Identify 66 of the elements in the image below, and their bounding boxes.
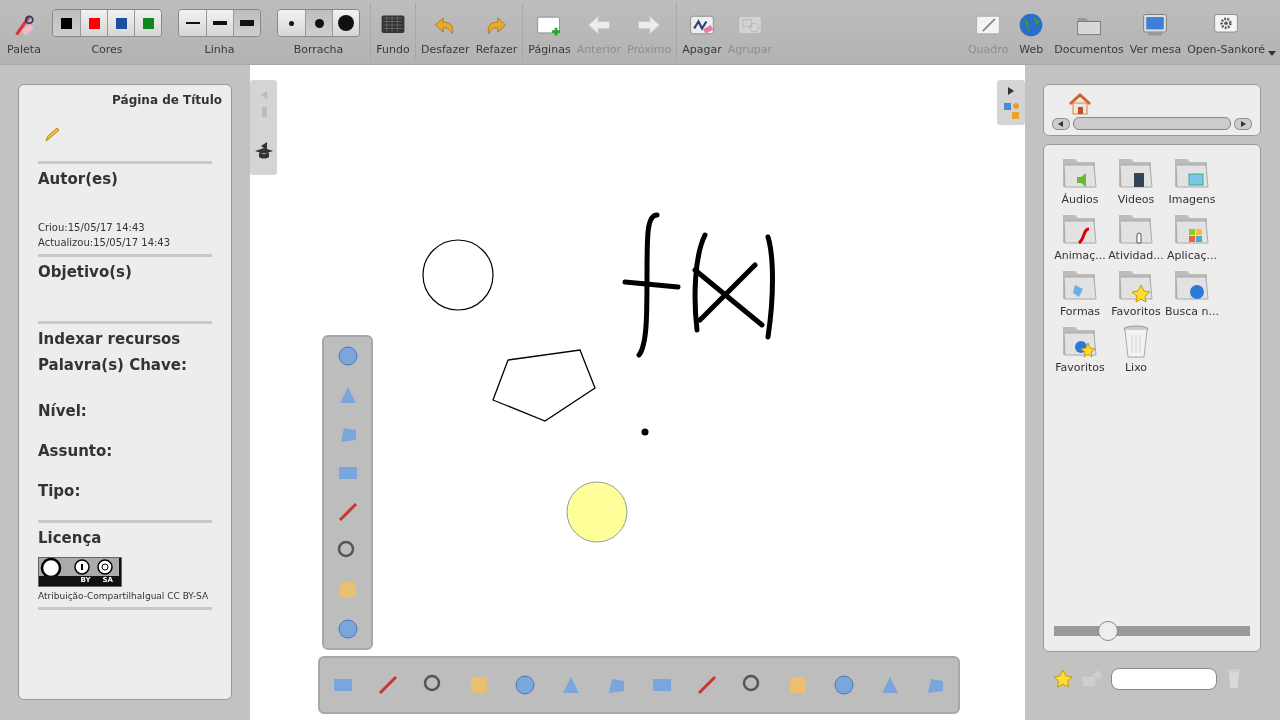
- page-tab[interactable]: [250, 80, 277, 175]
- library-item[interactable]: Videos: [1108, 155, 1164, 211]
- line-width-icon: [213, 21, 227, 25]
- eraser-size-icon: [338, 15, 354, 31]
- library-item[interactable]: Lixo: [1108, 323, 1164, 379]
- toolbar-button[interactable]: Apagar: [679, 0, 725, 64]
- library-item[interactable]: Imagens: [1164, 155, 1220, 211]
- line-width-icon: [240, 20, 254, 26]
- field-label: Nível:: [38, 402, 88, 420]
- scrollbar-track[interactable]: [1073, 117, 1231, 130]
- palette-button[interactable]: Paleta: [4, 0, 44, 64]
- expand-shapes-icon: [1002, 84, 1020, 121]
- toolbar-button[interactable]: Refazer: [472, 0, 521, 64]
- option-button[interactable]: [332, 10, 359, 36]
- line-width-icon: [185, 22, 200, 24]
- section-heading: Autor(es): [38, 170, 119, 188]
- library-item[interactable]: Animaç...: [1052, 211, 1108, 267]
- library-item[interactable]: Busca n...: [1164, 267, 1220, 323]
- license-text: Atribuição-CompartilhaIgual CC BY-SA: [38, 591, 210, 601]
- scroll-left-icon[interactable]: [1052, 117, 1070, 130]
- option-button[interactable]: [305, 10, 332, 36]
- eraser-size-icon: [314, 18, 324, 28]
- pencil-icon: [44, 127, 60, 143]
- date-text: Actualizou:15/05/17 14:43: [38, 237, 172, 248]
- scroll-right-icon[interactable]: [1234, 117, 1252, 130]
- library-item[interactable]: Formas: [1052, 267, 1108, 323]
- caret-icon[interactable]: [1268, 51, 1276, 56]
- mode-button[interactable]: Documentos: [1051, 0, 1127, 64]
- group-label: Cores: [91, 43, 123, 56]
- option-button[interactable]: [107, 10, 134, 36]
- slider-thumb[interactable]: [1097, 621, 1118, 641]
- home-icon[interactable]: [1068, 93, 1092, 115]
- circle-shape: [422, 239, 494, 311]
- license-symbols-icon: [39, 558, 119, 576]
- group-label: Linha: [204, 43, 235, 56]
- toolbar-button[interactable]: Páginas: [525, 0, 574, 64]
- library-item[interactable]: Áudios: [1052, 155, 1108, 211]
- field-label: Assunto:: [38, 442, 114, 460]
- section-heading: Indexar recursos: [38, 330, 182, 348]
- option-button[interactable]: [206, 10, 233, 36]
- dot-shape: [641, 428, 649, 436]
- section-heading: Licença: [38, 529, 103, 547]
- option-button[interactable]: [278, 10, 305, 36]
- eraser-size-icon: [289, 20, 294, 26]
- toolbar-button[interactable]: Fundo: [373, 0, 413, 64]
- library-item[interactable]: Favoritos: [1052, 323, 1108, 379]
- mode-button[interactable]: Ver mesa: [1126, 0, 1185, 64]
- search-field[interactable]: [1111, 668, 1217, 690]
- mode-button[interactable]: Web: [1011, 0, 1052, 64]
- library-tab[interactable]: [997, 80, 1025, 125]
- mode-button[interactable]: Open-Sankoré: [1184, 0, 1268, 64]
- library-item[interactable]: Aplicaç...: [1164, 211, 1220, 267]
- panel-title: Página de Título: [112, 93, 222, 107]
- group-label: Borracha: [293, 43, 344, 56]
- section-heading: Objetivo(s): [38, 263, 133, 281]
- library-item[interactable]: Atividad...: [1108, 211, 1164, 267]
- field-label: Tipo:: [38, 482, 82, 500]
- star-icon[interactable]: [1053, 669, 1073, 689]
- option-button[interactable]: [53, 10, 80, 36]
- option-button[interactable]: [233, 10, 260, 36]
- filled-circle-shape: [566, 481, 628, 543]
- option-button[interactable]: [179, 10, 206, 36]
- library-item[interactable]: Favoritos: [1108, 267, 1164, 323]
- field-label: Palavra(s) Chave:: [38, 356, 188, 374]
- date-text: Criou:15/05/17 14:43: [38, 222, 146, 233]
- toolbar-button[interactable]: Desfazer: [418, 0, 473, 64]
